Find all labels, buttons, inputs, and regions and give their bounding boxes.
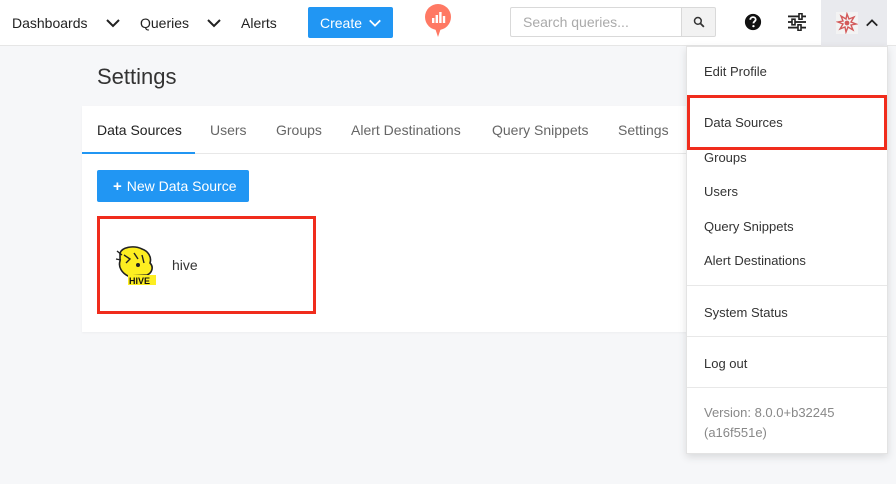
help-button[interactable] xyxy=(742,11,764,33)
profile-menu-toggle[interactable] xyxy=(821,0,887,46)
menu-item-system-status[interactable]: System Status xyxy=(687,301,887,323)
menu-item-query-snippets[interactable]: Query Snippets xyxy=(687,215,887,237)
redash-logo-icon[interactable] xyxy=(424,4,452,38)
create-button-label: Create xyxy=(320,14,363,31)
chevron-up-icon xyxy=(866,19,878,27)
tab-data-sources[interactable]: Data Sources xyxy=(97,106,182,154)
version-info: Version: 8.0.0+b32245 (a16f551e) xyxy=(704,403,834,443)
settings-sliders-icon xyxy=(788,13,806,31)
active-tab-indicator xyxy=(82,152,195,154)
new-data-source-label: New Data Source xyxy=(126,178,237,194)
menu-divider xyxy=(687,285,887,286)
page-title: Settings xyxy=(97,64,177,89)
tab-groups[interactable]: Groups xyxy=(276,106,322,154)
version-hash: (a16f551e) xyxy=(704,425,767,440)
create-button[interactable]: Create xyxy=(308,7,393,38)
hive-logo-icon: HIVE xyxy=(115,246,156,286)
menu-item-log-out[interactable]: Log out xyxy=(687,352,887,374)
highlight-box xyxy=(687,95,887,150)
hive-logo-text: HIVE xyxy=(129,276,150,286)
settings-button[interactable] xyxy=(786,11,808,33)
search-button[interactable] xyxy=(681,7,716,37)
profile-dropdown-menu: Edit Profile Data Sources Groups Users Q… xyxy=(686,46,888,454)
tab-settings[interactable]: Settings xyxy=(618,106,669,154)
menu-item-groups[interactable]: Groups xyxy=(687,146,887,168)
search-icon xyxy=(693,16,705,28)
menu-item-users[interactable]: Users xyxy=(687,180,887,202)
menu-item-alert-destinations[interactable]: Alert Destinations xyxy=(687,249,887,271)
chevron-down-icon[interactable] xyxy=(105,15,121,31)
nav-dashboards[interactable]: Dashboards xyxy=(12,0,88,46)
tab-query-snippets[interactable]: Query Snippets xyxy=(492,106,589,154)
plus-icon: + xyxy=(113,177,122,195)
tab-users[interactable]: Users xyxy=(210,106,247,154)
settings-tabs: Data Sources Users Groups Alert Destinat… xyxy=(82,106,702,154)
menu-divider xyxy=(687,336,887,337)
data-source-tile-hive[interactable]: HIVE hive xyxy=(97,216,316,314)
chevron-down-icon[interactable] xyxy=(206,15,222,31)
chevron-down-icon xyxy=(369,19,381,27)
top-navbar: Dashboards Queries Alerts Create xyxy=(0,0,896,46)
settings-card: Data Sources Users Groups Alert Destinat… xyxy=(82,106,702,332)
help-icon xyxy=(744,13,762,31)
search-input[interactable] xyxy=(510,7,681,37)
new-data-source-button[interactable]: + New Data Source xyxy=(97,170,249,202)
data-source-name: hive xyxy=(172,257,198,273)
menu-item-edit-profile[interactable]: Edit Profile xyxy=(687,60,887,82)
menu-divider xyxy=(687,387,887,388)
version-line: Version: 8.0.0+b32245 xyxy=(704,405,835,420)
avatar-icon xyxy=(836,12,858,34)
nav-queries[interactable]: Queries xyxy=(140,0,189,46)
tab-alert-destinations[interactable]: Alert Destinations xyxy=(351,106,461,154)
nav-alerts[interactable]: Alerts xyxy=(241,0,277,46)
